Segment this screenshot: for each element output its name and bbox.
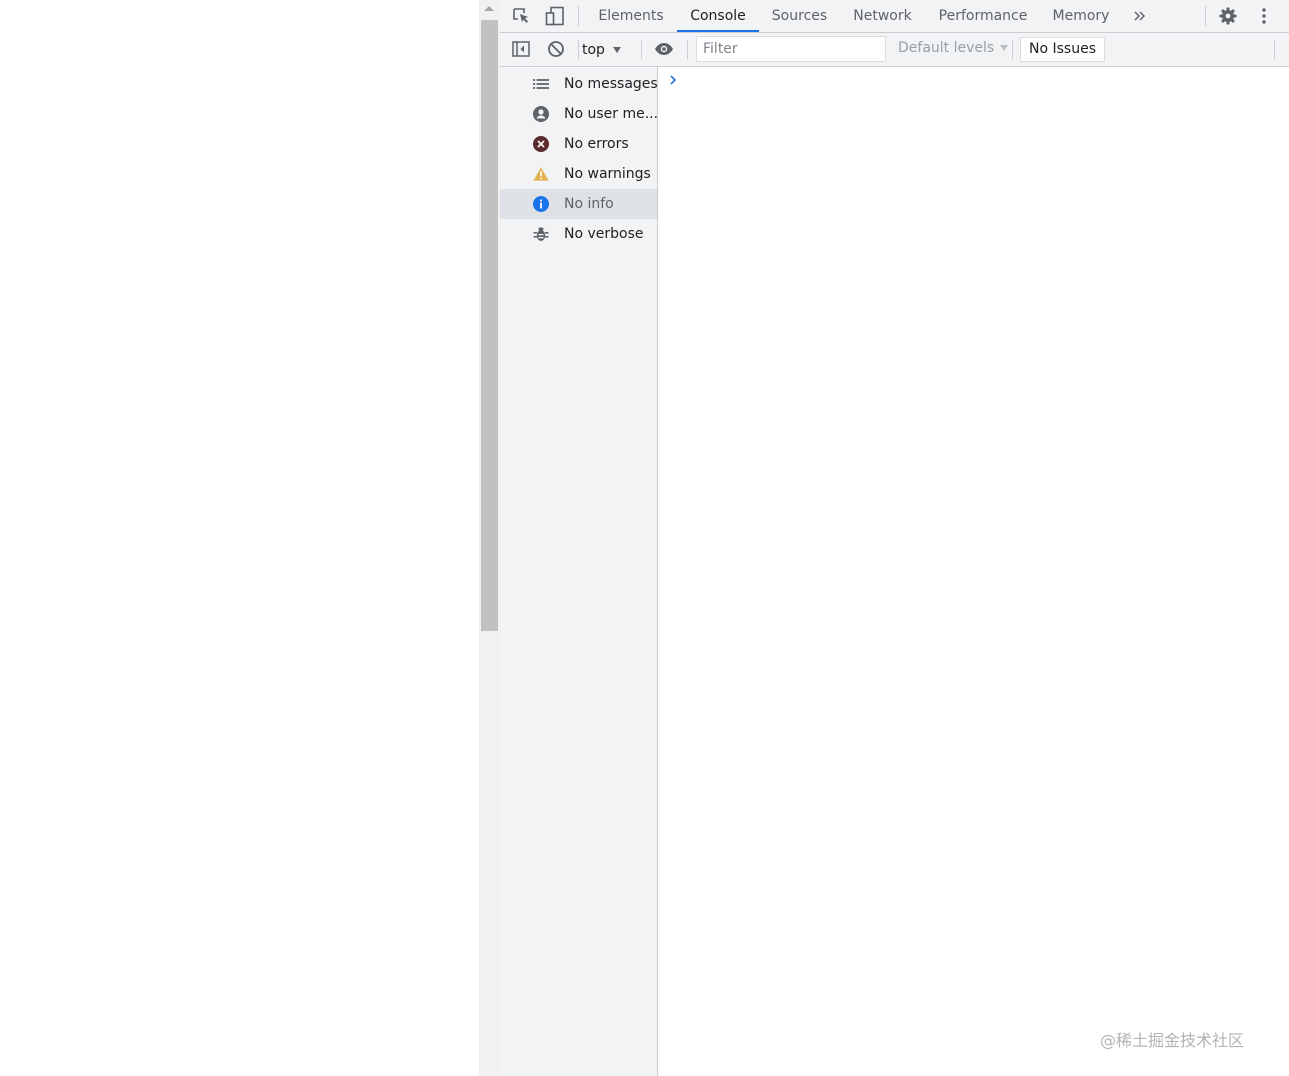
warning-icon [533, 166, 549, 182]
toolbar-divider [578, 6, 579, 26]
tab-performance[interactable]: Performance [926, 0, 1040, 32]
tab-sources[interactable]: Sources [760, 0, 839, 32]
sidebar-item-errors[interactable]: No errors [500, 129, 657, 159]
filter-input[interactable] [696, 36, 886, 62]
sidebar-item-label: No messages [564, 76, 658, 92]
issues-label: No Issues [1029, 41, 1096, 57]
context-select[interactable]: top [582, 40, 621, 60]
dropdown-triangle-icon [612, 47, 621, 53]
sidebar-item-warnings[interactable]: No warnings [500, 159, 657, 189]
more-options-icon[interactable] [1254, 6, 1274, 26]
console-output[interactable] [658, 67, 1289, 1076]
devtools-tabbar: Elements Console Sources Network Perform… [500, 0, 1289, 33]
toolbar-divider [1205, 6, 1206, 26]
toolbar-divider [687, 40, 688, 59]
context-select-label: top [582, 42, 605, 58]
sidebar-toggle-icon[interactable] [511, 39, 531, 59]
console-toolbar: top Default levels No Issues [500, 33, 1289, 67]
tab-console[interactable]: Console [677, 0, 759, 32]
inspected-page [0, 0, 479, 1076]
issues-button[interactable]: No Issues [1020, 37, 1105, 62]
log-levels-dropdown[interactable]: Default levels [898, 40, 1009, 56]
sidebar-item-label: No verbose [564, 226, 644, 242]
double-chevron-right-icon[interactable] [1130, 6, 1150, 26]
info-icon [533, 196, 549, 212]
console-sidebar: No messages No user me... No errors No w… [500, 67, 658, 1076]
sidebar-item-label: No user me... [564, 106, 659, 122]
inspect-element-icon[interactable] [511, 6, 531, 26]
device-toolbar-icon[interactable] [545, 6, 565, 26]
sidebar-item-user-messages[interactable]: No user me... [500, 99, 659, 129]
toolbar-divider [1012, 40, 1013, 59]
sidebar-item-label: No warnings [564, 166, 651, 182]
user-icon [533, 106, 549, 122]
sidebar-item-messages[interactable]: No messages [500, 69, 658, 99]
sidebar-item-label: No info [564, 196, 614, 212]
sidebar-item-info[interactable]: No info [500, 189, 657, 219]
log-levels-label: Default levels [898, 40, 995, 56]
toolbar-divider [578, 40, 579, 59]
tab-network[interactable]: Network [840, 0, 925, 32]
toolbar-divider [1274, 40, 1275, 59]
gear-icon[interactable] [1218, 6, 1238, 26]
scroll-thumb[interactable] [481, 20, 498, 631]
tab-memory[interactable]: Memory [1041, 0, 1121, 32]
page-scrollbar[interactable] [479, 0, 500, 1076]
error-icon [533, 136, 549, 152]
list-icon [533, 76, 549, 92]
devtools-panel: Elements Console Sources Network Perform… [500, 0, 1289, 1076]
tab-elements[interactable]: Elements [586, 0, 676, 32]
sidebar-item-verbose[interactable]: No verbose [500, 219, 657, 249]
toolbar-divider [641, 40, 642, 59]
sidebar-item-label: No errors [564, 136, 629, 152]
dropdown-triangle-icon [1000, 45, 1009, 51]
eye-icon[interactable] [654, 39, 674, 59]
scroll-up-arrow-icon[interactable] [484, 6, 494, 11]
console-prompt-chevron-icon [668, 71, 678, 85]
bug-icon [533, 226, 549, 242]
watermark: @稀土掘金技术社区 [1100, 1031, 1245, 1050]
clear-console-icon[interactable] [546, 39, 566, 59]
